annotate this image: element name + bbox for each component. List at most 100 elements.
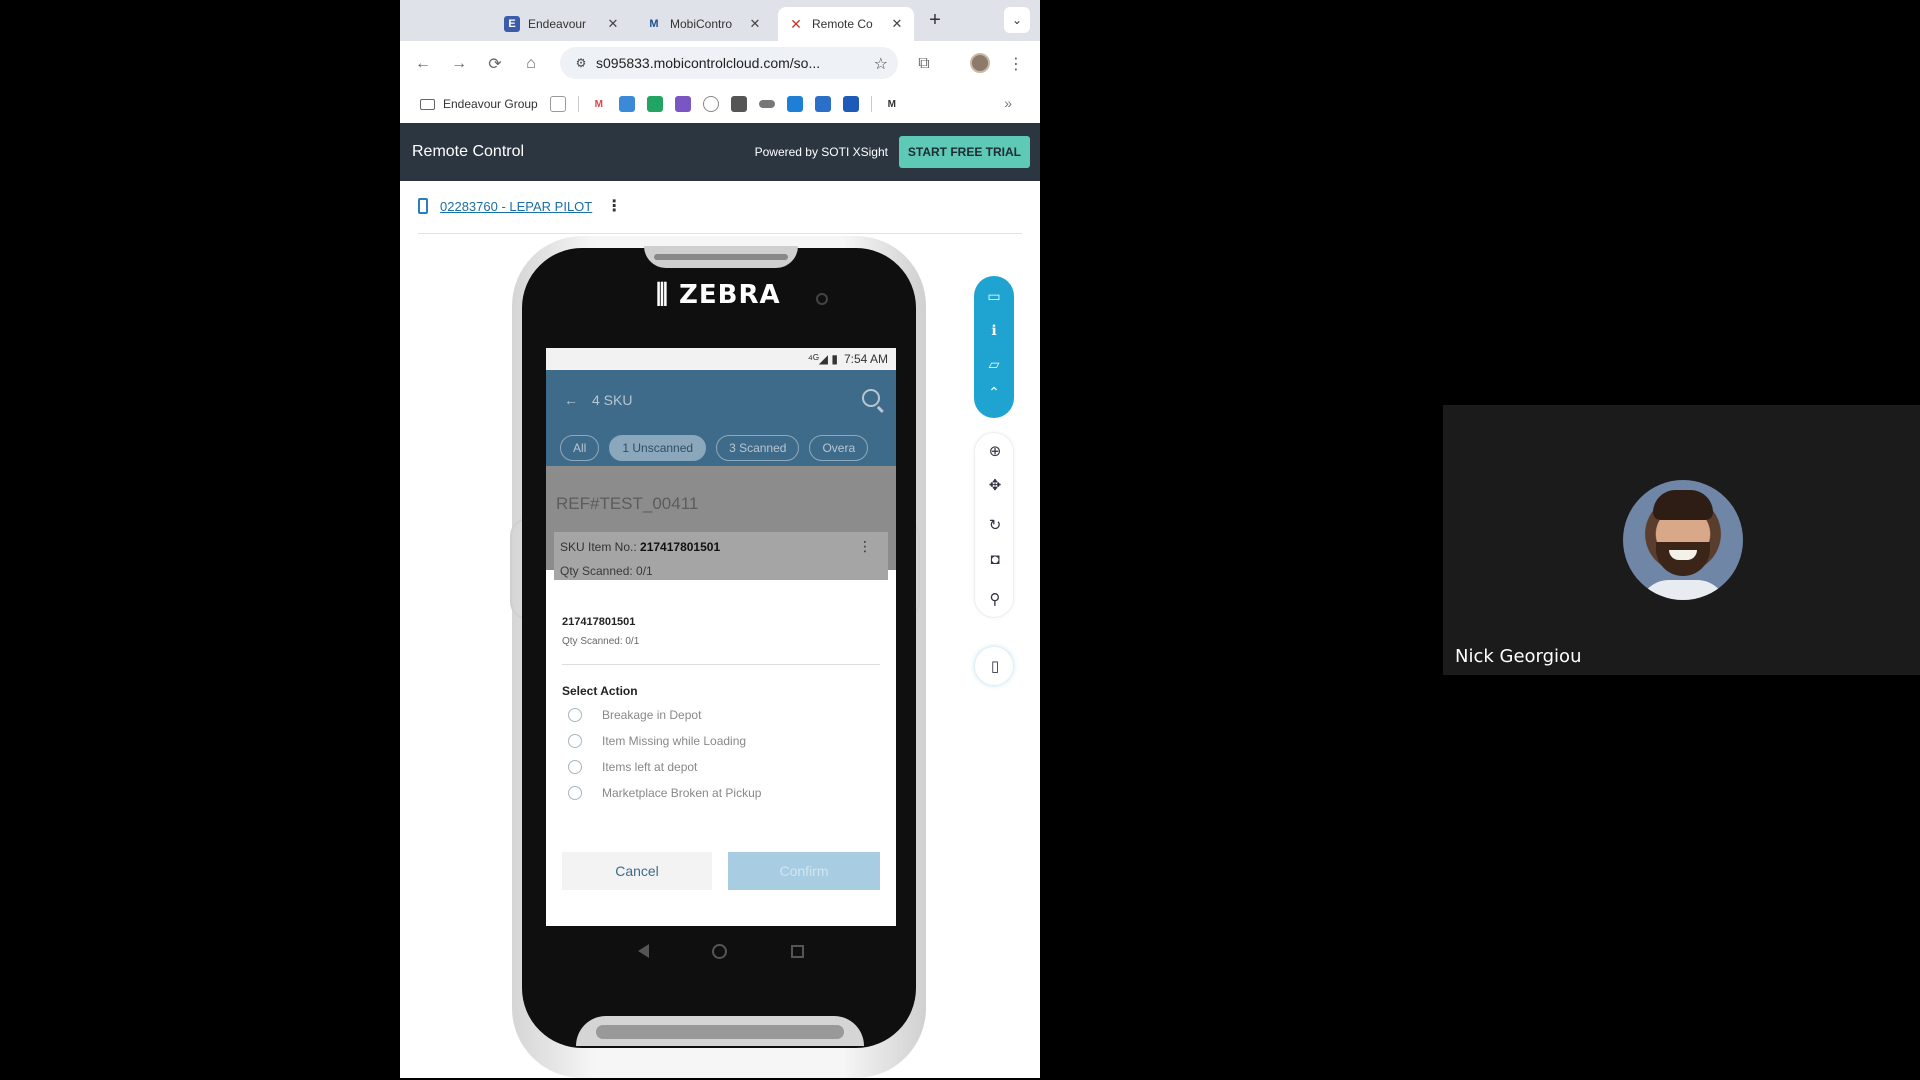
reference-number: REF#TEST_00411: [556, 494, 699, 513]
device-info-icon[interactable]: ℹ: [974, 316, 1014, 344]
chip-scanned[interactable]: 3 Scanned: [716, 435, 800, 461]
participant-tile: Nick Georgiou: [1443, 405, 1920, 675]
radio-button[interactable]: [568, 760, 582, 774]
browser-toolbar: ← → ⟳ ⌂ ⚙ s095833.mobicontrolcloud.com/s…: [400, 41, 1040, 85]
status-time: 7:54 AM: [843, 352, 888, 366]
tab-remote-control[interactable]: ✕ Remote Co ✕: [778, 7, 914, 41]
bookmark-separator: [870, 96, 872, 112]
android-recents-icon[interactable]: [791, 944, 805, 958]
truck-bookmark-icon[interactable]: [758, 100, 775, 108]
android-back-icon[interactable]: [637, 944, 649, 958]
radio-button[interactable]: [568, 708, 582, 722]
back-arrow-icon[interactable]: ←: [412, 53, 434, 75]
user-icon[interactable]: ⚲: [975, 585, 1015, 613]
more-bookmarks-icon[interactable]: »: [1004, 95, 1012, 111]
radio-button[interactable]: [568, 786, 582, 800]
rotate-icon[interactable]: ↻: [975, 511, 1015, 539]
start-free-trial-button[interactable]: START FREE TRIAL: [898, 136, 1030, 168]
option-item-missing[interactable]: Item Missing while Loading: [568, 734, 746, 748]
chip-all[interactable]: All: [560, 435, 600, 461]
bookmark-separator: [577, 96, 579, 112]
mobicontrol-bookmark-icon[interactable]: M: [883, 96, 900, 112]
confirm-button[interactable]: Confirm: [728, 852, 880, 890]
collapse-up-icon[interactable]: ⌃: [974, 378, 1014, 406]
tab-title: Remote Co: [812, 17, 873, 31]
dialog-sku: 217417801501: [562, 616, 636, 628]
device-link[interactable]: 02283760 - LEPAR PILOT: [440, 199, 592, 214]
cancel-button[interactable]: Cancel: [562, 852, 712, 890]
dimmed-content: REF#TEST_00411 SKU Item No.: 21741780150…: [546, 466, 896, 580]
docs-bookmark-icon[interactable]: [618, 96, 635, 112]
folder-icon: [420, 98, 435, 110]
image-bookmark-icon[interactable]: [730, 96, 747, 112]
device-back-arrow-icon[interactable]: ←: [564, 392, 578, 408]
card-menu-icon: ⋮: [858, 538, 872, 554]
zebra-logo: ⫼ ZEBRA: [656, 280, 781, 311]
reload-icon[interactable]: ⟳: [484, 53, 506, 75]
close-tab-icon[interactable]: ✕: [890, 16, 904, 32]
close-tab-icon[interactable]: ✕: [748, 16, 762, 32]
qty-line: Qty Scanned: 0/1: [560, 564, 653, 578]
screenshot-camera-icon[interactable]: ◘: [975, 545, 1015, 573]
android-home-icon[interactable]: [712, 943, 728, 959]
bookmark-folder-endeavour[interactable]: Endeavour Group: [420, 97, 538, 111]
new-tab-button[interactable]: +: [924, 9, 946, 32]
url-text[interactable]: s095833.mobicontrolcloud.com/so...: [596, 55, 856, 71]
android-nav-bar: [546, 926, 896, 976]
tab-mobicontrol[interactable]: M MobiContro ✕: [636, 7, 772, 41]
sku-line: SKU Item No.: 217417801501: [560, 540, 720, 554]
apps-grid-icon[interactable]: [549, 96, 566, 112]
device-screen-title: 4 SKU: [592, 392, 633, 408]
radio-button[interactable]: [568, 734, 582, 748]
browser-menu-icon[interactable]: ⋮: [1005, 53, 1027, 75]
option-marketplace-broken[interactable]: Marketplace Broken at Pickup: [568, 786, 761, 800]
tab-search-chevron-icon[interactable]: ⌄: [1004, 7, 1030, 33]
avatar-shirt: [1639, 580, 1727, 600]
zoom-in-icon[interactable]: ⊕: [975, 437, 1015, 465]
option-label: Breakage in Depot: [602, 708, 702, 722]
mobicontrol-favicon-icon: M: [649, 18, 659, 30]
trello-bookmark-icon[interactable]: [786, 96, 803, 112]
sku-card: SKU Item No.: 217417801501 Qty Scanned: …: [554, 532, 888, 580]
select-action-dialog: 217417801501 Qty Scanned: 0/1 Select Act…: [546, 596, 896, 926]
jira-bookmark-icon[interactable]: [842, 96, 859, 112]
option-items-left[interactable]: Items left at depot: [568, 760, 697, 774]
rc-toolbar-device: ▯: [974, 646, 1014, 686]
option-breakage-in-depot[interactable]: Breakage in Depot: [568, 708, 701, 722]
gmail-bookmark-icon[interactable]: M: [590, 96, 607, 112]
site-settings-icon[interactable]: ⚙: [566, 56, 596, 70]
tab-title: MobiContro: [670, 17, 733, 31]
forward-arrow-icon[interactable]: →: [448, 53, 470, 75]
extensions-icon[interactable]: ⧉: [913, 53, 935, 75]
address-bar[interactable]: ⚙ s095833.mobicontrolcloud.com/so... ☆: [560, 47, 898, 79]
profile-avatar[interactable]: [970, 53, 990, 73]
file-folder-icon[interactable]: ▱: [974, 350, 1014, 378]
web-bookmark-icon[interactable]: [702, 96, 719, 112]
device-app-bar: ← 4 SKU: [546, 370, 896, 430]
home-icon[interactable]: ⌂: [520, 53, 542, 75]
rc-toolbar-primary: ▭ ℹ ▱ ⌃: [974, 276, 1014, 418]
filter-chips: All 1 Unscanned 3 Scanned Overa: [546, 430, 896, 466]
close-tab-icon[interactable]: ✕: [606, 16, 620, 32]
bookmark-folder-label: Endeavour Group: [443, 97, 538, 111]
forms-bookmark-icon[interactable]: [674, 96, 691, 112]
confluence-bookmark-icon[interactable]: [814, 96, 831, 112]
soti-favicon-icon: ✕: [790, 15, 802, 32]
app-header: Remote Control Powered by SOTI XSight ST…: [400, 123, 1040, 181]
device-menu-icon[interactable]: ⋮: [606, 196, 622, 216]
device-search-icon[interactable]: [862, 389, 880, 407]
tab-endeavour[interactable]: E Endeavour ✕: [494, 7, 630, 41]
device-screen[interactable]: ⁴ᴳ◢ ▮ 7:54 AM ← 4 SKU All 1 Unscanned 3 …: [546, 348, 896, 926]
sheets-bookmark-icon[interactable]: [646, 96, 663, 112]
option-label: Item Missing while Loading: [602, 734, 747, 748]
device-view-icon[interactable]: ▯: [975, 652, 1015, 680]
front-camera: [816, 293, 828, 305]
screen-cast-icon[interactable]: ▭: [974, 282, 1014, 310]
status-bar: ⁴ᴳ◢ ▮ 7:54 AM: [546, 348, 896, 370]
bookmark-star-icon[interactable]: ☆: [874, 54, 888, 74]
move-icon[interactable]: ✥: [975, 471, 1015, 499]
participant-name: Nick Georgiou: [1455, 646, 1582, 667]
chip-unscanned[interactable]: 1 Unscanned: [609, 435, 707, 461]
chip-overage[interactable]: Overa: [809, 435, 869, 461]
zebra-stripes-icon: ⫼: [656, 280, 680, 310]
